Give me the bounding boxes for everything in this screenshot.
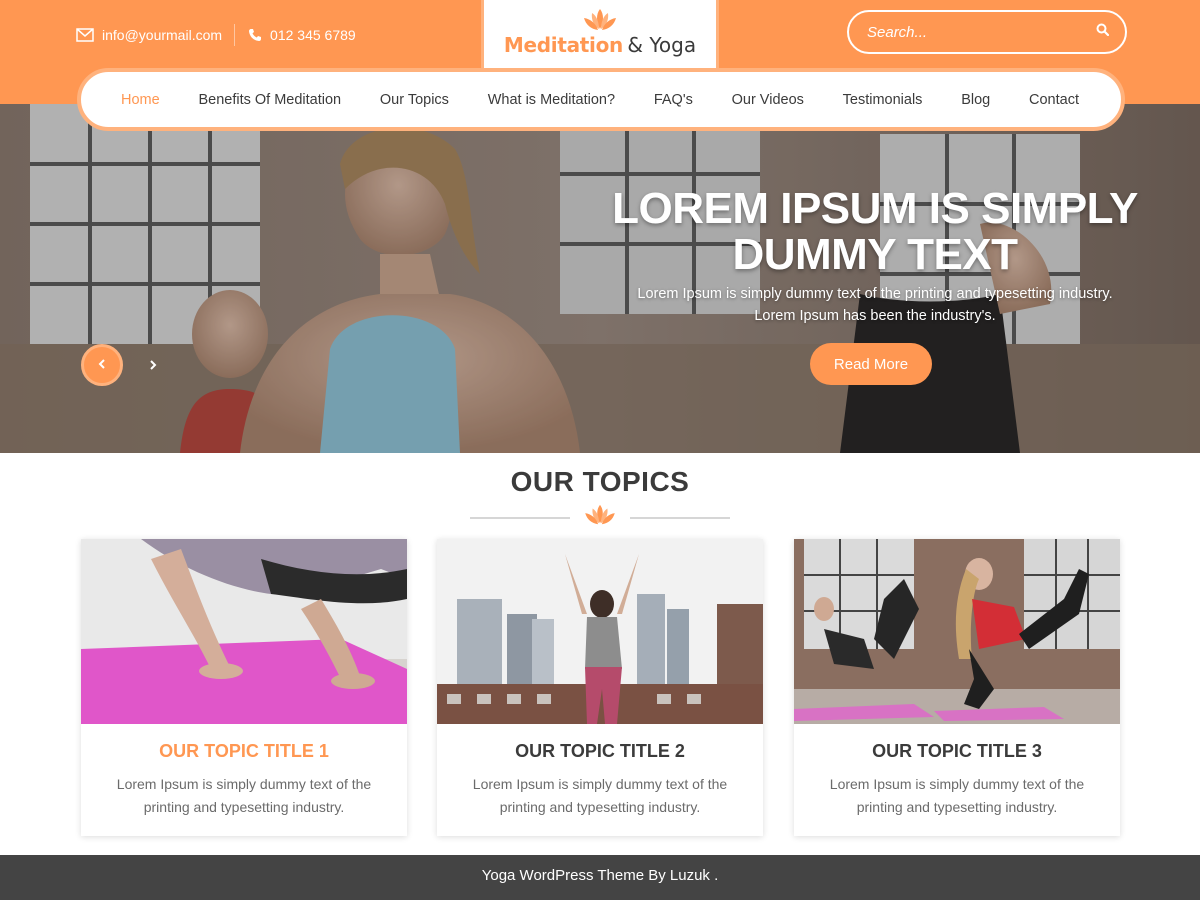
logo-text: Meditation & Yoga	[484, 33, 716, 57]
topic-card-2[interactable]: OUR TOPIC TITLE 2 Lorem Ipsum is simply …	[437, 539, 763, 836]
topic-text-1: Lorem Ipsum is simply dummy text of the …	[116, 776, 372, 815]
mail-icon	[76, 28, 94, 42]
topic-image-3	[794, 539, 1120, 724]
email-text: info@yourmail.com	[102, 27, 223, 43]
email-link[interactable]: info@yourmail.com	[76, 27, 222, 43]
nav-faqs[interactable]: FAQ's	[654, 92, 693, 108]
search-icon[interactable]	[1096, 23, 1110, 41]
topic-title-1[interactable]: OUR TOPIC TITLE 1	[81, 741, 407, 762]
contact-info: info@yourmail.com 012 345 6789	[76, 23, 356, 47]
topic-image-2	[437, 539, 763, 724]
topic-card-1[interactable]: OUR TOPIC TITLE 1 Lorem Ipsum is simply …	[81, 539, 407, 836]
nav-benefits-of-meditation[interactable]: Benefits Of Meditation	[198, 92, 341, 108]
hero-image	[0, 104, 1200, 453]
nav-blog[interactable]: Blog	[961, 92, 990, 108]
read-more-button[interactable]: Read More	[810, 343, 932, 385]
hero-slider: LOREM IPSUM IS SIMPLY DUMMY TEXT Lorem I…	[0, 104, 1200, 453]
topic-text-3: Lorem Ipsum is simply dummy text of the …	[829, 776, 1085, 815]
logo-sub: & Yoga	[627, 33, 697, 57]
nav-testimonials[interactable]: Testimonials	[843, 92, 923, 108]
search-box	[847, 10, 1127, 54]
phone-icon	[248, 28, 262, 42]
slider-next-button[interactable]	[140, 354, 166, 378]
phone-link[interactable]: 012 345 6789	[248, 27, 356, 43]
nav-contact[interactable]: Contact	[1029, 92, 1079, 108]
topic-card-3[interactable]: OUR TOPIC TITLE 3 Lorem Ipsum is simply …	[794, 539, 1120, 836]
footer-credit[interactable]: Yoga WordPress Theme By Luzuk .	[482, 867, 719, 884]
lotus-icon	[582, 503, 618, 532]
topic-title-3[interactable]: OUR TOPIC TITLE 3	[794, 741, 1120, 762]
topic-title-2[interactable]: OUR TOPIC TITLE 2	[437, 741, 763, 762]
chevron-right-icon	[149, 357, 157, 375]
nav-our-topics[interactable]: Our Topics	[380, 92, 449, 108]
topic-image-1	[81, 539, 407, 724]
chevron-left-icon	[98, 356, 106, 374]
nav-what-is-meditation[interactable]: What is Meditation?	[488, 92, 615, 108]
logo-main: Meditation	[503, 33, 623, 57]
slider-prev-button[interactable]	[81, 344, 123, 386]
hero-title: LOREM IPSUM IS SIMPLY DUMMY TEXT	[600, 186, 1150, 278]
nav-our-videos[interactable]: Our Videos	[732, 92, 804, 108]
divider-line-left	[470, 517, 570, 519]
main-navigation: Home Benefits Of Meditation Our Topics W…	[77, 68, 1125, 131]
site-logo[interactable]: Meditation & Yoga	[481, 0, 719, 72]
divider-line-right	[630, 517, 730, 519]
topic-text-2: Lorem Ipsum is simply dummy text of the …	[472, 776, 728, 815]
phone-text: 012 345 6789	[270, 27, 356, 43]
section-divider	[470, 499, 730, 527]
site-footer: Yoga WordPress Theme By Luzuk .	[0, 855, 1200, 900]
hero-description: Lorem Ipsum is simply dummy text of the …	[637, 286, 1113, 324]
nav-home[interactable]: Home	[121, 92, 160, 108]
search-input[interactable]	[867, 23, 1096, 41]
contact-divider	[234, 24, 236, 46]
hero-title-line-1: LOREM IPSUM IS SIMPLY	[612, 184, 1138, 233]
section-title-our-topics: OUR TOPICS	[510, 466, 690, 497]
hero-title-line-2: DUMMY TEXT	[732, 230, 1018, 279]
